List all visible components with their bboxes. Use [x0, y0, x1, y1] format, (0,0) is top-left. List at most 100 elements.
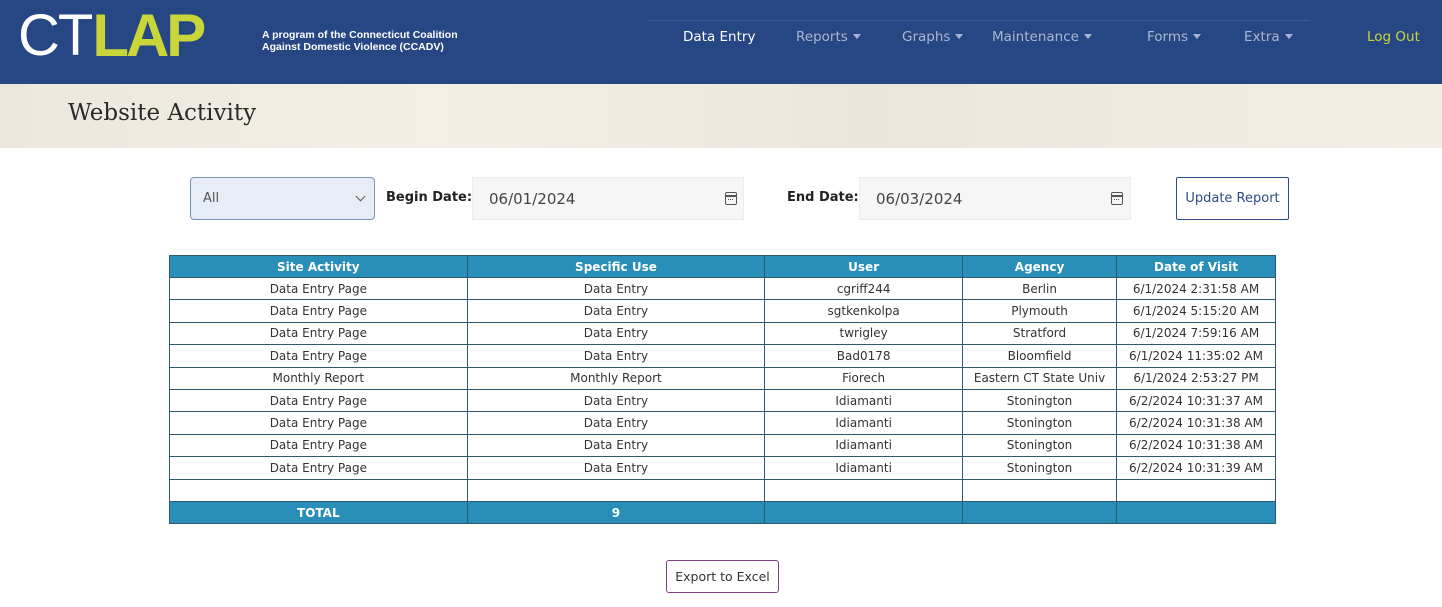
cell-agency: Eastern CT State Univ — [962, 366, 1118, 390]
table-row: Data Entry Page Data Entry Idiamanti Sto… — [169, 456, 1276, 480]
caret-down-icon — [1193, 34, 1202, 39]
nav-reports-label: Reports — [796, 29, 848, 45]
cell-agency: Stonington — [962, 456, 1118, 480]
nav-forms-label: Forms — [1147, 29, 1189, 45]
cell-specific-use: Data Entry — [466, 344, 766, 368]
table-row: Data Entry Page Data Entry Idiamanti Sto… — [169, 388, 1276, 413]
table-header-row: Site Activity Specific Use User Agency D… — [169, 255, 1276, 278]
header-specific-use: Specific Use — [466, 255, 766, 278]
end-date-value: 06/03/2024 — [876, 190, 963, 208]
caret-down-icon — [1284, 34, 1293, 39]
cell-site-activity: Data Entry Page — [169, 276, 468, 301]
empty-cell — [466, 478, 766, 502]
cell-user: cgriff244 — [764, 276, 964, 301]
header-agency: Agency — [962, 255, 1118, 278]
cell-date-of-visit: 6/1/2024 11:35:02 AM — [1116, 344, 1276, 368]
cell-specific-use: Data Entry — [466, 299, 766, 323]
cell-specific-use: Data Entry — [466, 411, 766, 435]
export-to-excel-button[interactable]: Export to Excel — [666, 560, 779, 593]
cell-site-activity: Data Entry Page — [169, 456, 468, 480]
total-empty-cell — [962, 500, 1118, 525]
table-row: Data Entry Page Data Entry Idiamanti Sto… — [169, 411, 1276, 435]
caret-down-icon — [955, 34, 964, 39]
cell-site-activity: Monthly Report — [169, 366, 468, 390]
table-row: Data Entry Page Data Entry twrigley Stra… — [169, 321, 1276, 346]
chevron-down-icon — [355, 191, 366, 202]
calendar-icon[interactable] — [725, 192, 737, 205]
cell-date-of-visit: 6/1/2024 2:53:27 PM — [1116, 366, 1276, 390]
calendar-icon[interactable] — [1111, 192, 1123, 205]
logo-lap-text: LAP — [92, 2, 206, 69]
cell-user: sgtkenkolpa — [764, 299, 964, 323]
activity-filter-select[interactable]: All — [190, 177, 375, 220]
tagline-line-1: A program of the Connecticut Coalition — [262, 29, 458, 41]
cell-specific-use: Data Entry — [466, 276, 766, 301]
table-row: Data Entry Page Data Entry cgriff244 Ber… — [169, 276, 1276, 301]
header-site-activity: Site Activity — [169, 255, 468, 278]
empty-cell — [962, 478, 1118, 502]
nav-divider — [648, 20, 1310, 21]
begin-date-value: 06/01/2024 — [489, 190, 576, 208]
nav-extra-label: Extra — [1244, 29, 1280, 45]
cell-user: Bad0178 — [764, 344, 964, 368]
tagline-line-2: Against Domestic Violence (CCADV) — [262, 41, 444, 53]
logo-tagline: A program of the Connecticut Coalition A… — [262, 29, 458, 53]
cell-date-of-visit: 6/1/2024 2:31:58 AM — [1116, 276, 1276, 301]
cell-date-of-visit: 6/2/2024 10:31:39 AM — [1116, 456, 1276, 480]
end-date-input[interactable]: 06/03/2024 — [859, 177, 1131, 220]
nav-reports[interactable]: Reports — [796, 29, 861, 45]
begin-date-input[interactable]: 06/01/2024 — [472, 177, 744, 220]
total-empty-cell — [764, 500, 964, 525]
caret-down-icon — [1083, 34, 1092, 39]
cell-user: Idiamanti — [764, 433, 964, 458]
cell-site-activity: Data Entry Page — [169, 388, 468, 413]
cell-site-activity: Data Entry Page — [169, 433, 468, 458]
empty-cell — [764, 478, 964, 502]
cell-date-of-visit: 6/1/2024 5:15:20 AM — [1116, 299, 1276, 323]
top-navbar: CT LAP A program of the Connecticut Coali… — [0, 0, 1442, 84]
cell-agency: Stonington — [962, 388, 1118, 413]
total-row: TOTAL 9 — [169, 500, 1276, 525]
cell-user: twrigley — [764, 321, 964, 346]
cell-specific-use: Monthly Report — [466, 366, 766, 390]
caret-down-icon — [852, 34, 861, 39]
cell-specific-use: Data Entry — [466, 456, 766, 480]
empty-cell — [169, 478, 468, 502]
cell-specific-use: Data Entry — [466, 433, 766, 458]
cell-user: Idiamanti — [764, 388, 964, 413]
nav-data-entry[interactable]: Data Entry — [683, 29, 755, 45]
total-empty-cell — [1116, 500, 1276, 525]
nav-forms[interactable]: Forms — [1147, 29, 1202, 45]
table-row: Monthly Report Monthly Report Fiorech Ea… — [169, 366, 1276, 390]
cell-site-activity: Data Entry Page — [169, 321, 468, 346]
nav-maintenance[interactable]: Maintenance — [992, 29, 1092, 45]
cell-specific-use: Data Entry — [466, 388, 766, 413]
ctlap-logo[interactable]: CT LAP — [18, 2, 206, 69]
begin-date-label: Begin Date: — [386, 190, 473, 205]
cell-agency: Stonington — [962, 433, 1118, 458]
cell-date-of-visit: 6/2/2024 10:31:38 AM — [1116, 433, 1276, 458]
cell-site-activity: Data Entry Page — [169, 411, 468, 435]
update-report-button[interactable]: Update Report — [1176, 177, 1289, 220]
cell-agency: Stonington — [962, 411, 1118, 435]
nav-extra[interactable]: Extra — [1244, 29, 1293, 45]
cell-specific-use: Data Entry — [466, 321, 766, 346]
nav-graphs[interactable]: Graphs — [902, 29, 964, 45]
total-value: 9 — [466, 500, 766, 525]
cell-agency: Bloomfield — [962, 344, 1118, 368]
cell-site-activity: Data Entry Page — [169, 299, 468, 323]
cell-agency: Stratford — [962, 321, 1118, 346]
table-row: Data Entry Page Data Entry sgtkenkolpa P… — [169, 299, 1276, 323]
table-row: Data Entry Page Data Entry Idiamanti Sto… — [169, 433, 1276, 458]
cell-user: Idiamanti — [764, 456, 964, 480]
logout-link[interactable]: Log Out — [1367, 29, 1420, 45]
cell-user: Fiorech — [764, 366, 964, 390]
header-date-of-visit: Date of Visit — [1116, 255, 1276, 278]
cell-user: Idiamanti — [764, 411, 964, 435]
nav-maintenance-label: Maintenance — [992, 29, 1079, 45]
header-user: User — [764, 255, 964, 278]
empty-row — [169, 478, 1276, 502]
cell-date-of-visit: 6/2/2024 10:31:38 AM — [1116, 411, 1276, 435]
cell-date-of-visit: 6/2/2024 10:31:37 AM — [1116, 388, 1276, 413]
page-title: Website Activity — [68, 100, 257, 126]
